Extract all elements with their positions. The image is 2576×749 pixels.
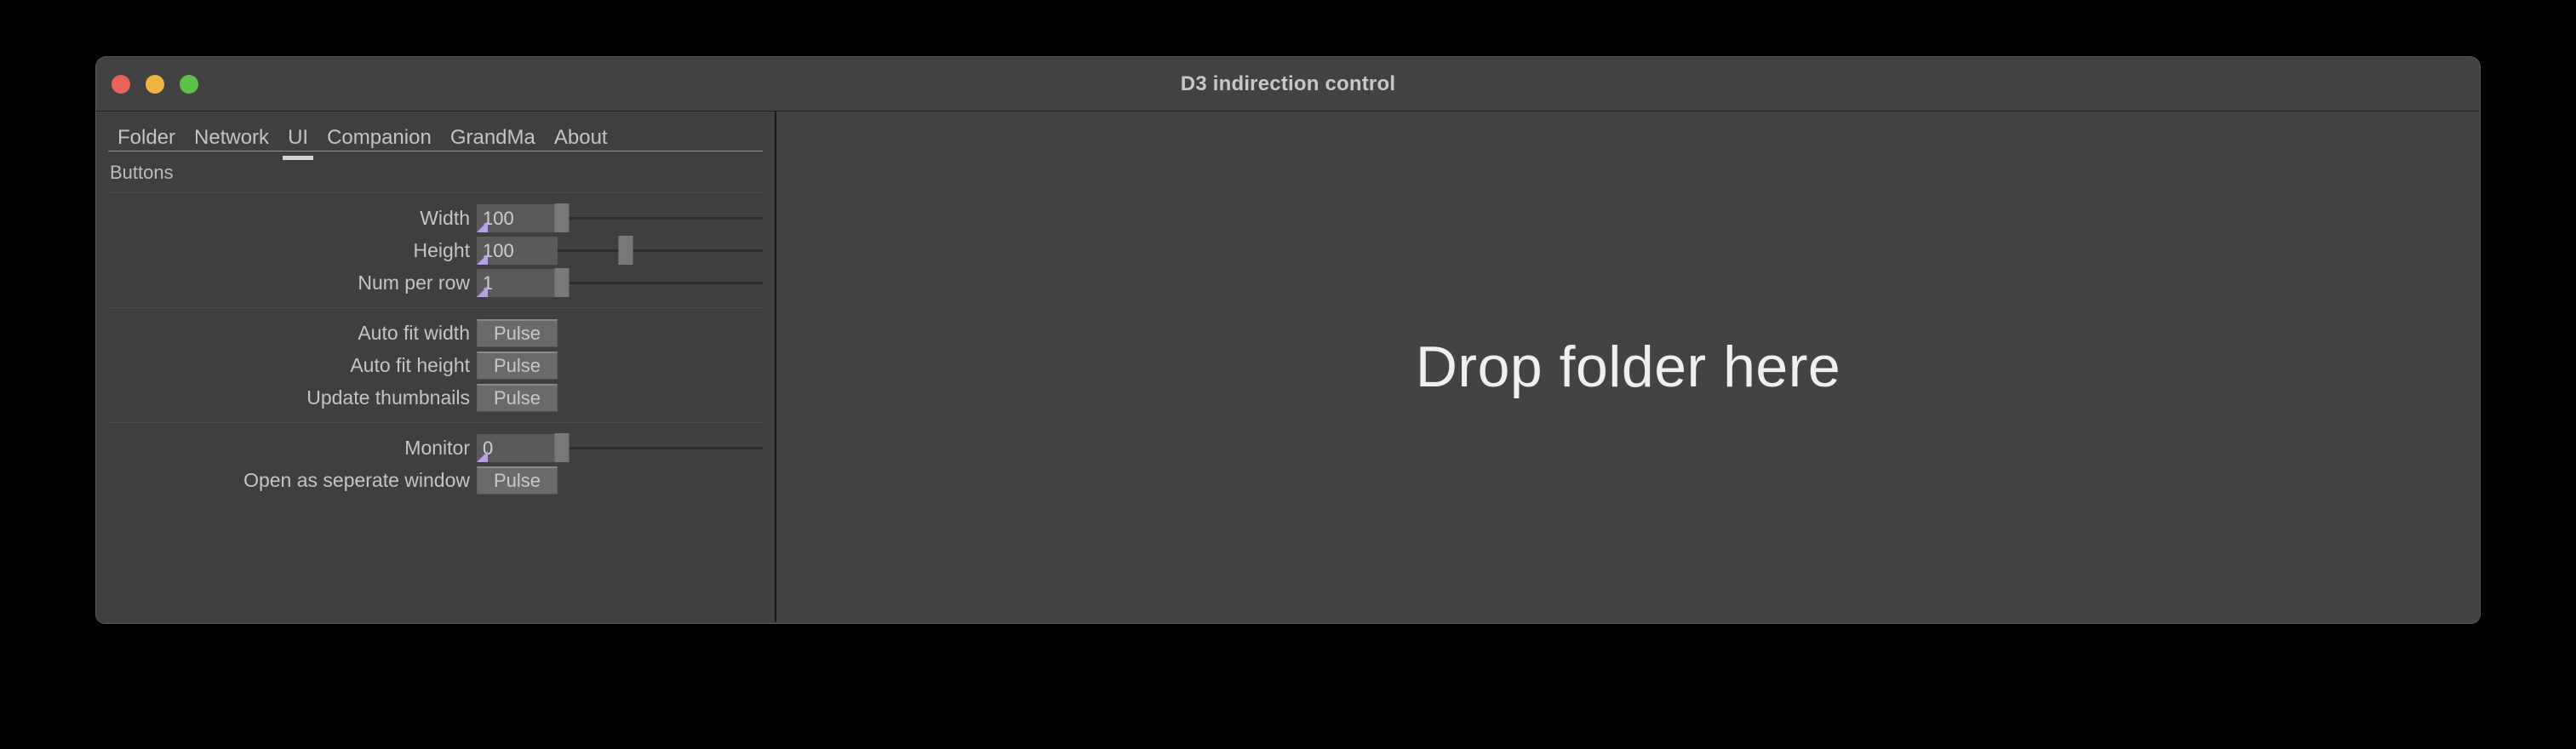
actions-group: Auto fit width Pulse Auto fit height Pul… <box>96 308 775 422</box>
tab-folder[interactable]: Folder <box>108 126 185 159</box>
update-thumbnails-button[interactable]: Pulse <box>477 383 558 412</box>
title-bar: D3 indirection control <box>96 57 2480 111</box>
width-slider[interactable] <box>554 202 763 234</box>
label-height: Height <box>413 238 470 261</box>
tab-ui[interactable]: UI <box>278 126 318 160</box>
height-input[interactable]: 100 <box>477 236 558 265</box>
auto-fit-height-button[interactable]: Pulse <box>477 351 558 380</box>
drop-zone-label: Drop folder here <box>1415 334 1841 399</box>
row-update-thumbnails: Update thumbnails Pulse <box>96 381 775 414</box>
label-monitor: Monitor <box>404 436 470 459</box>
monitor-input[interactable]: 0 <box>477 433 558 462</box>
height-slider[interactable] <box>558 234 763 266</box>
label-auto-fit-height: Auto fit height <box>350 353 470 376</box>
open-separate-window-button[interactable]: Pulse <box>477 466 558 495</box>
drop-zone[interactable]: Drop folder here <box>776 111 2480 622</box>
window-title: D3 indirection control <box>1180 71 1396 95</box>
tab-grandma[interactable]: GrandMa <box>441 126 545 159</box>
tab-companion[interactable]: Companion <box>318 126 441 159</box>
width-input[interactable]: 100 <box>477 203 558 232</box>
row-monitor: Monitor 0 <box>96 432 775 464</box>
row-auto-fit-height: Auto fit height Pulse <box>96 349 775 381</box>
label-width: Width <box>420 206 470 229</box>
auto-fit-width-button[interactable]: Pulse <box>477 318 558 347</box>
slider-handle[interactable] <box>554 433 570 462</box>
row-auto-fit-width: Auto fit width Pulse <box>96 317 775 349</box>
row-open-separate-window: Open as seperate window Pulse <box>96 464 775 496</box>
label-num-per-row: Num per row <box>358 271 470 294</box>
slider-handle[interactable] <box>554 268 570 297</box>
size-settings-group: Width 100 Height 100 Num per row 1 <box>96 193 775 307</box>
slider-track <box>558 282 763 284</box>
monitor-group: Monitor 0 Open as seperate window Pulse <box>96 423 775 496</box>
monitor-slider[interactable] <box>554 432 763 464</box>
tab-network[interactable]: Network <box>185 126 278 159</box>
settings-panel: Folder Network UI Companion GrandMa Abou… <box>96 111 776 622</box>
row-num-per-row: Num per row 1 <box>96 266 775 299</box>
num-per-row-input[interactable]: 1 <box>477 268 558 297</box>
num-per-row-slider[interactable] <box>554 266 763 299</box>
label-update-thumbnails: Update thumbnails <box>306 386 470 409</box>
slider-track <box>558 447 763 449</box>
row-height: Height 100 <box>96 234 775 266</box>
application-window: D3 indirection control Folder Network UI… <box>96 57 2480 623</box>
window-body: Folder Network UI Companion GrandMa Abou… <box>96 111 2480 622</box>
slider-track <box>558 249 763 252</box>
label-open-separate-window: Open as seperate window <box>243 468 470 491</box>
slider-handle[interactable] <box>618 236 633 265</box>
tab-bar: Folder Network UI Companion GrandMa Abou… <box>108 111 763 160</box>
slider-handle[interactable] <box>554 203 570 232</box>
row-width: Width 100 <box>96 202 775 234</box>
slider-track <box>558 217 763 220</box>
label-auto-fit-width: Auto fit width <box>358 321 470 344</box>
tab-about[interactable]: About <box>545 126 617 159</box>
